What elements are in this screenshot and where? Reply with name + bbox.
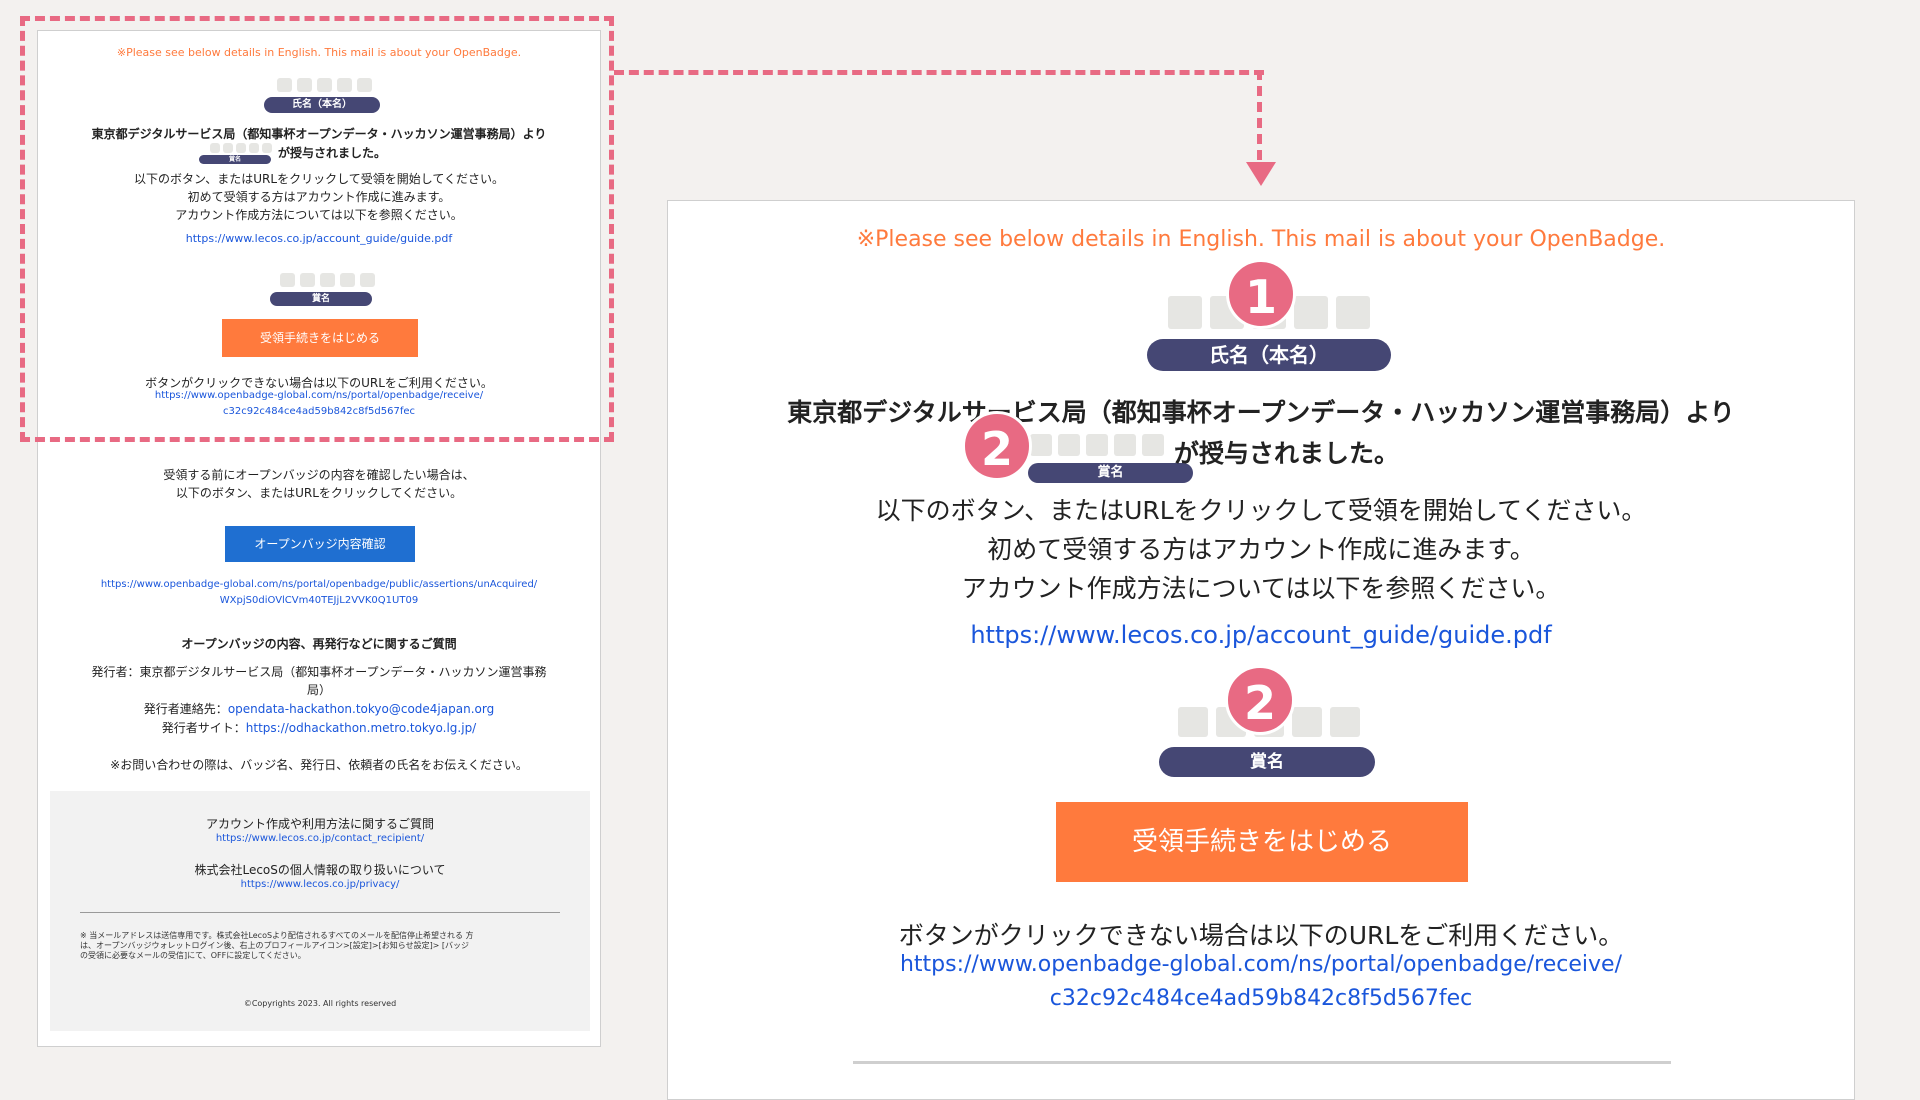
privacy-link[interactable]: https://www.lecos.co.jp/privacy/ — [50, 879, 590, 890]
zoom-divider — [853, 1061, 1671, 1064]
zoom-award-label-pill: 賞名 — [1159, 747, 1375, 777]
zoom-english-notice: ※Please see below details in English. Th… — [856, 227, 1666, 252]
zoom-name-label-pill: 氏名（本名） — [1147, 339, 1391, 371]
issuer-label-line-2: 局） — [306, 683, 331, 697]
contact-email-link[interactable]: opendata-hackathon.tokyo@code4japan.org — [228, 702, 494, 716]
zoom-instruction-line-1: 以下のボタン、またはURLをクリックして受領を開始してください。 — [875, 496, 1647, 525]
zoom-award-placeholder-small — [1030, 434, 1164, 456]
contact-recipient-link[interactable]: https://www.lecos.co.jp/contact_recipien… — [50, 833, 590, 844]
disclaimer-line-3: の受領に必要なメールの受信]にて、OFFに設定してください。 — [80, 951, 306, 960]
site-link[interactable]: https://odhackathon.metro.tokyo.lg.jp/ — [246, 721, 476, 735]
zoom-award-label-pill-small: 賞名 — [1028, 463, 1193, 483]
zoom-receive-link[interactable]: https://www.openbadge-global.com/ns/port… — [668, 952, 1854, 977]
inquiry-note: ※お問い合わせの際は、バッジ名、発行日、依頼者の氏名をお伝えください。 — [110, 758, 528, 772]
issuer-site: 発行者サイト：https://odhackathon.metro.tokyo.l… — [38, 719, 600, 736]
issuer-contact: 発行者連絡先：opendata-hackathon.tokyo@code4jap… — [38, 700, 600, 717]
confirm-badge-button[interactable]: オープンバッジ内容確認 — [225, 526, 415, 562]
email-zoom-panel: ※Please see below details in English. Th… — [667, 200, 1855, 1100]
zoom-instruction-line-2: 初めて受領する方はアカウント作成に進みます。 — [987, 535, 1535, 564]
annotation-badge-2a: 2 — [962, 411, 1032, 481]
annotation-badge-1: 1 — [1226, 259, 1296, 329]
highlight-frame — [20, 16, 614, 442]
disclaimer-line-1: ※ 当メールアドレスは送信専用です。株式会社LecoSより配信されるすべてのメー… — [80, 931, 474, 940]
disclaimer: ※ 当メールアドレスは送信専用です。株式会社LecoSより配信されるすべてのメー… — [80, 931, 570, 961]
assertion-link[interactable]: https://www.openbadge-global.com/ns/port… — [38, 579, 600, 590]
site-label: 発行者サイト： — [161, 721, 246, 735]
zoom-fallback-text: ボタンがクリックできない場合は以下のURLをご利用ください。 — [898, 921, 1624, 950]
footer-divider — [80, 912, 560, 913]
disclaimer-line-2: は、オープンバッジウォレットログイン後、右上のプロフィールアイコン>[設定]>[… — [80, 941, 470, 950]
confirm-line-2: 以下のボタン、またはURLをクリックしてください。 — [175, 486, 463, 500]
contact-label: 発行者連絡先： — [143, 702, 228, 716]
zoom-instruction-line-3: アカウント作成方法については以下を参照ください。 — [961, 574, 1561, 603]
annotation-badge-2b: 2 — [1225, 665, 1295, 735]
assertion-link-id[interactable]: WXpjS0diOVlCVm40TEJjL2VVK0Q1UT09 — [38, 595, 600, 606]
arrow-down-icon — [1246, 162, 1276, 186]
zoom-start-receive-button[interactable]: 受領手続きをはじめる — [1056, 802, 1468, 882]
issuer-label-line-1: 発行者：東京都デジタルサービス局（都知事杯オープンデータ・ハッカソン運営事務 — [91, 665, 547, 679]
confirm-line-1: 受領する前にオープンバッジの内容を確認したい場合は、 — [163, 468, 475, 482]
email-footer: アカウント作成や利用方法に関するご質問 https://www.lecos.co… — [50, 791, 590, 1031]
privacy-text: 株式会社LecoSの個人情報の取り扱いについて — [194, 863, 446, 877]
faq-heading: オープンバッジの内容、再発行などに関するご質問 — [181, 637, 457, 651]
copyright: ©Copyrights 2023. All rights reserved — [243, 999, 397, 1008]
zoom-receive-link-id[interactable]: c32c92c484ce4ad59b842c8f5d567fec — [668, 986, 1854, 1011]
zoom-guide-link[interactable]: https://www.lecos.co.jp/account_guide/gu… — [668, 621, 1854, 649]
account-question: アカウント作成や利用方法に関するご質問 — [205, 817, 434, 831]
connector-line-horizontal — [614, 70, 1264, 75]
zoom-issuer-line: 東京都デジタルサービス局（都知事杯オープンデータ・ハッカソン運営事務局）より — [787, 398, 1735, 427]
zoom-granted-line: が授与されました。 — [1174, 439, 1400, 468]
connector-line-vertical — [1257, 70, 1262, 160]
